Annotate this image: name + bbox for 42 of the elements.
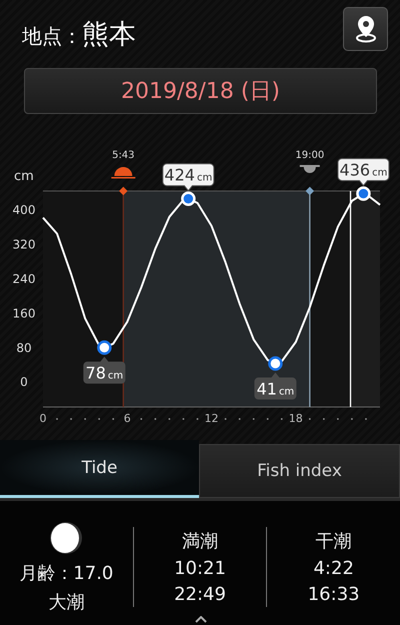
sun-icon — [300, 165, 320, 173]
axis-label: 18 — [288, 412, 303, 425]
tide-time: 10:21 — [174, 558, 226, 579]
axis-unit: cm — [14, 169, 34, 184]
column-title: 干潮 — [316, 530, 352, 553]
location-button[interactable] — [343, 7, 388, 51]
location-name: 熊本 — [82, 18, 136, 52]
sunset-marker — [306, 186, 314, 196]
tide-point — [97, 340, 112, 355]
axis-label: 160 — [12, 306, 36, 320]
axis-label: 0 — [40, 412, 46, 425]
axis-label: 80 — [16, 340, 32, 355]
height-callout: 78 cm — [83, 356, 126, 384]
height-callout: 41 cm — [254, 372, 296, 400]
tide-time: 16:33 — [308, 584, 360, 605]
axis-label: 0 — [20, 375, 28, 390]
axis-label: 240 — [12, 272, 36, 286]
tide-time: 4:22 — [313, 558, 354, 579]
tab[interactable]: Tide — [0, 440, 199, 498]
map-pin-icon — [354, 15, 378, 43]
date-button[interactable]: 2019/8/18 (日) — [24, 68, 377, 114]
axis-label: 6 — [124, 412, 131, 425]
axis-label: 12 — [204, 412, 218, 425]
tide-point — [356, 186, 371, 201]
tide-type: 大潮 — [48, 591, 84, 614]
axis-label: 400 — [12, 203, 36, 218]
moon-age: 月齢：17.0 — [19, 562, 114, 585]
sunrise-time: 5:43 — [112, 150, 135, 161]
moon-icon — [48, 520, 84, 556]
sunrise-marker — [119, 186, 128, 196]
chevron-up-icon[interactable] — [195, 616, 207, 623]
height-callout: 436 cm — [337, 158, 390, 186]
column-title: 満潮 — [182, 530, 218, 553]
height-callout: 424 cm — [162, 163, 214, 192]
tide-time: 22:49 — [174, 584, 226, 605]
tide-point — [181, 192, 196, 206]
location-label: 地点： — [22, 23, 82, 50]
tab[interactable]: Fish index — [199, 444, 400, 498]
axis-label: 320 — [12, 238, 36, 252]
tide-point — [268, 356, 283, 371]
sunrise-icon — [111, 167, 136, 178]
sunset-time: 19:00 — [295, 150, 324, 161]
